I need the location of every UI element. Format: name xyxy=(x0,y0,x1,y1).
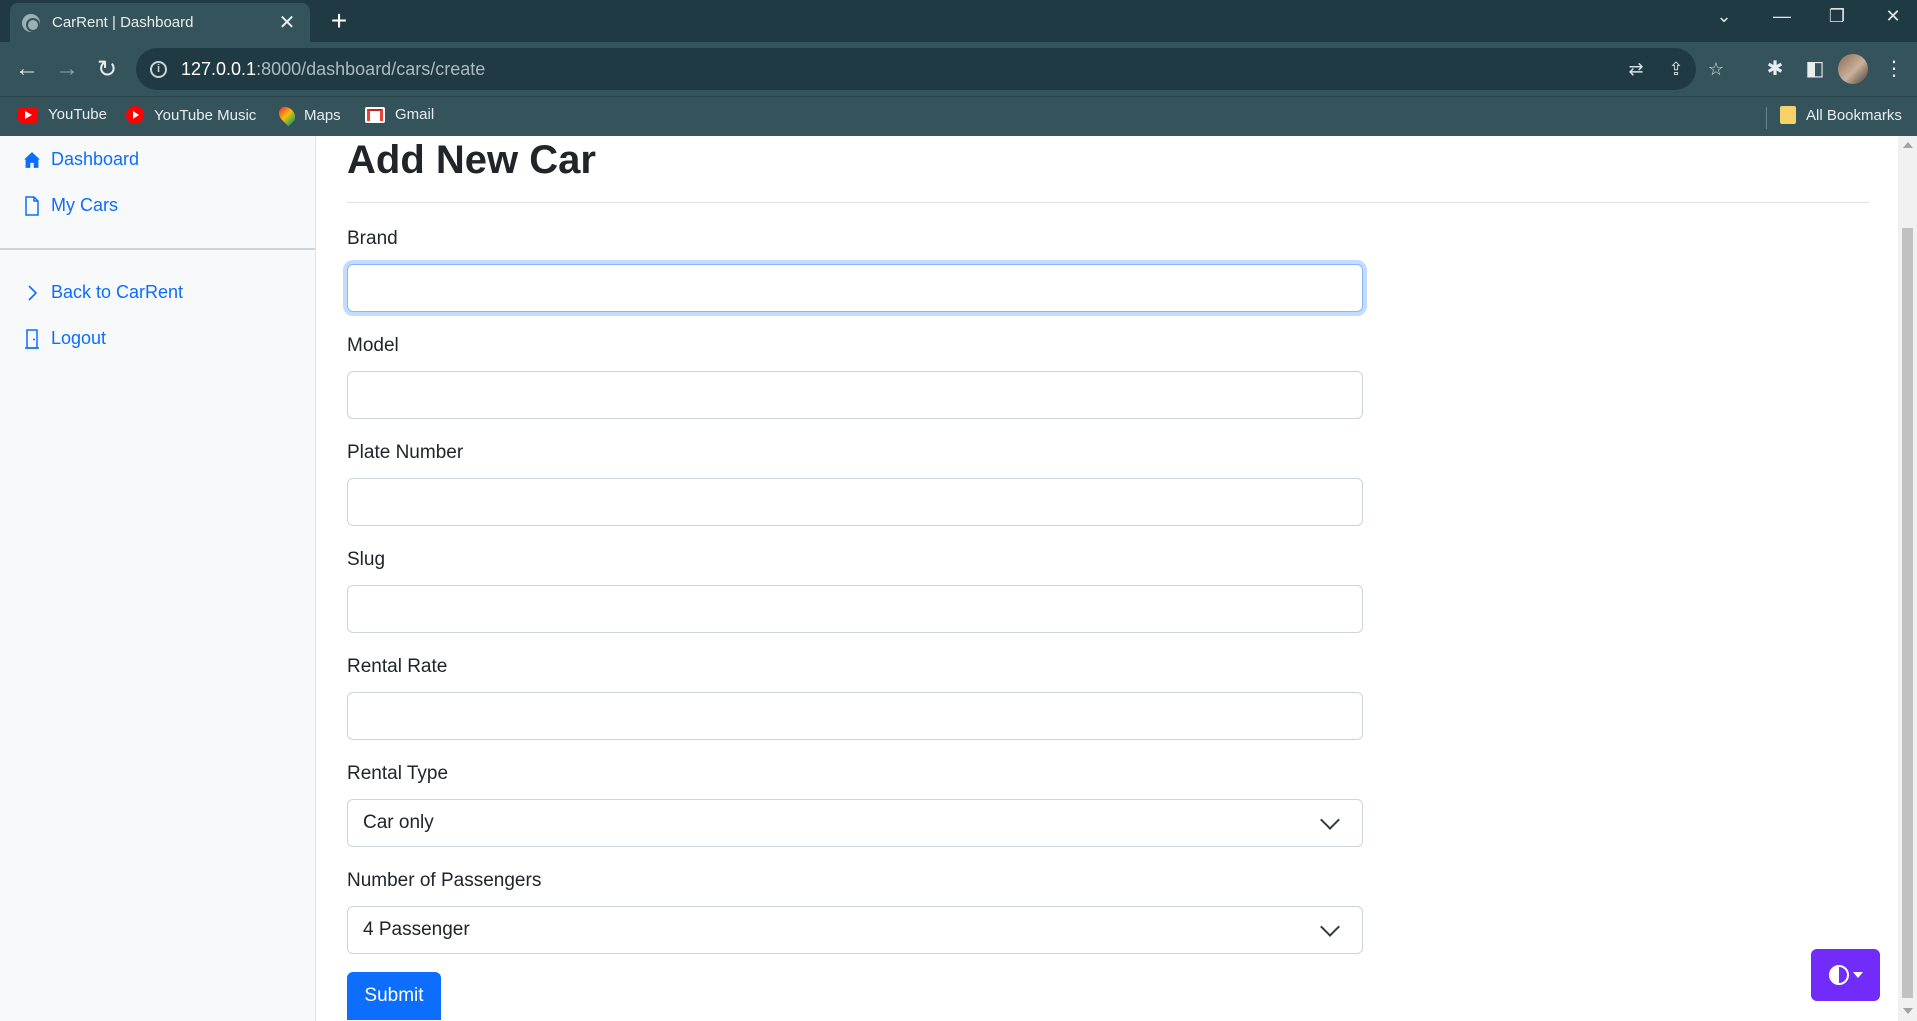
close-tab-icon[interactable]: ✕ xyxy=(276,10,298,35)
browser-tabstrip: CarRent | Dashboard ✕ + ⌄ — ❐ ✕ xyxy=(0,0,1917,42)
bookmark-gmail[interactable]: Gmail xyxy=(365,106,434,123)
youtube-music-icon xyxy=(126,106,144,124)
page-scrollbar[interactable] xyxy=(1898,136,1917,1021)
all-bookmarks-label: All Bookmarks xyxy=(1806,106,1902,124)
maps-icon xyxy=(275,103,299,127)
file-icon xyxy=(22,195,42,216)
rental-type-select[interactable]: Car only xyxy=(347,799,1363,847)
translate-icon[interactable]: ⇄ xyxy=(1623,56,1649,82)
browser-toolbar: ← → ↻ i 127.0.0.1:8000/dashboard/cars/cr… xyxy=(0,42,1917,96)
slug-label: Slug xyxy=(347,549,386,570)
model-label: Model xyxy=(347,335,399,356)
folder-icon xyxy=(1780,106,1796,124)
rental-type-label: Rental Type xyxy=(347,763,449,784)
bookmark-youtube-music[interactable]: YouTube Music xyxy=(126,106,256,124)
menu-kebab-icon[interactable]: ⋮ xyxy=(1880,55,1908,83)
bookmarks-divider xyxy=(1766,107,1767,129)
side-panel-icon[interactable]: ◧ xyxy=(1801,55,1829,83)
contrast-icon xyxy=(1828,965,1849,985)
tab-title: CarRent | Dashboard xyxy=(52,14,194,31)
model-input[interactable] xyxy=(347,371,1363,419)
brand-input[interactable] xyxy=(347,264,1363,312)
sidebar: Dashboard My Cars Back to CarRent Logout xyxy=(0,136,316,1021)
all-bookmarks[interactable]: All Bookmarks xyxy=(1780,106,1902,124)
restore-button[interactable]: ❐ xyxy=(1817,6,1857,27)
bookmark-maps[interactable]: Maps xyxy=(275,103,341,127)
slug-input[interactable] xyxy=(347,585,1363,633)
page-title: Add New Car xyxy=(347,138,596,182)
sidebar-item-label: Back to CarRent xyxy=(51,282,184,302)
tab-search-icon[interactable]: ⌄ xyxy=(1704,6,1744,27)
bookmarks-bar: YouTube YouTube Music Maps Gmail All Boo… xyxy=(0,96,1917,136)
passengers-label: Number of Passengers xyxy=(347,870,542,891)
forward-arrow-icon[interactable]: → xyxy=(50,52,84,86)
sidebar-item-back-to-carrent[interactable]: Back to CarRent xyxy=(22,282,183,303)
door-icon xyxy=(22,328,42,349)
sidebar-item-logout[interactable]: Logout xyxy=(22,328,106,349)
bookmark-youtube[interactable]: YouTube xyxy=(18,106,107,123)
bookmark-label: YouTube xyxy=(48,106,107,123)
chevron-right-icon xyxy=(22,283,42,303)
bookmark-label: Maps xyxy=(304,106,341,124)
bookmark-label: Gmail xyxy=(395,106,435,123)
passengers-value: 4 Passenger xyxy=(363,919,470,940)
plate-number-input[interactable] xyxy=(347,478,1363,526)
chevron-down-icon xyxy=(1320,916,1340,937)
scroll-down-icon[interactable] xyxy=(1903,1008,1913,1014)
url-path: :8000/dashboard/cars/create xyxy=(256,58,486,79)
gmail-icon xyxy=(365,106,385,123)
sidebar-item-label: Dashboard xyxy=(51,149,140,169)
chevron-down-icon xyxy=(1320,809,1340,830)
url-host: 127.0.0.1 xyxy=(181,58,257,79)
sidebar-item-my-cars[interactable]: My Cars xyxy=(22,195,118,216)
theme-toggle-button[interactable] xyxy=(1811,949,1880,1001)
submit-button[interactable]: Submit xyxy=(347,972,441,1020)
address-bar[interactable]: i 127.0.0.1:8000/dashboard/cars/create ⇄… xyxy=(136,48,1724,90)
reload-icon[interactable]: ↻ xyxy=(90,52,124,86)
close-window-button[interactable]: ✕ xyxy=(1873,6,1913,27)
house-icon xyxy=(22,150,42,170)
bookmark-star-icon[interactable]: ☆ xyxy=(1703,56,1729,82)
plate-number-label: Plate Number xyxy=(347,442,464,463)
share-icon[interactable]: ⇪ xyxy=(1663,56,1689,82)
rental-rate-input[interactable] xyxy=(347,692,1363,740)
sidebar-divider xyxy=(0,248,315,250)
rental-rate-label: Rental Rate xyxy=(347,656,448,677)
passengers-select[interactable]: 4 Passenger xyxy=(347,906,1363,954)
extensions-icon[interactable]: ✱ xyxy=(1761,55,1789,83)
rental-type-value: Car only xyxy=(363,812,434,833)
profile-avatar[interactable] xyxy=(1838,54,1868,84)
page-viewport: Dashboard My Cars Back to CarRent Logout… xyxy=(0,136,1898,1021)
youtube-icon xyxy=(18,106,38,123)
bookmark-label: YouTube Music xyxy=(154,106,257,124)
caret-down-icon xyxy=(1852,972,1863,978)
sidebar-item-label: My Cars xyxy=(51,195,118,215)
new-tab-button[interactable]: + xyxy=(325,7,353,35)
globe-icon xyxy=(22,13,40,32)
back-arrow-icon[interactable]: ← xyxy=(10,52,44,86)
sidebar-item-label: Logout xyxy=(51,328,107,348)
browser-tab[interactable]: CarRent | Dashboard ✕ xyxy=(10,3,310,42)
title-divider xyxy=(347,202,1869,203)
minimize-button[interactable]: — xyxy=(1762,6,1802,27)
site-info-icon[interactable]: i xyxy=(150,60,167,78)
brand-label: Brand xyxy=(347,228,398,249)
scroll-up-icon[interactable] xyxy=(1903,142,1913,148)
sidebar-item-dashboard[interactable]: Dashboard xyxy=(22,149,139,170)
scrollbar-thumb[interactable] xyxy=(1902,228,1913,998)
